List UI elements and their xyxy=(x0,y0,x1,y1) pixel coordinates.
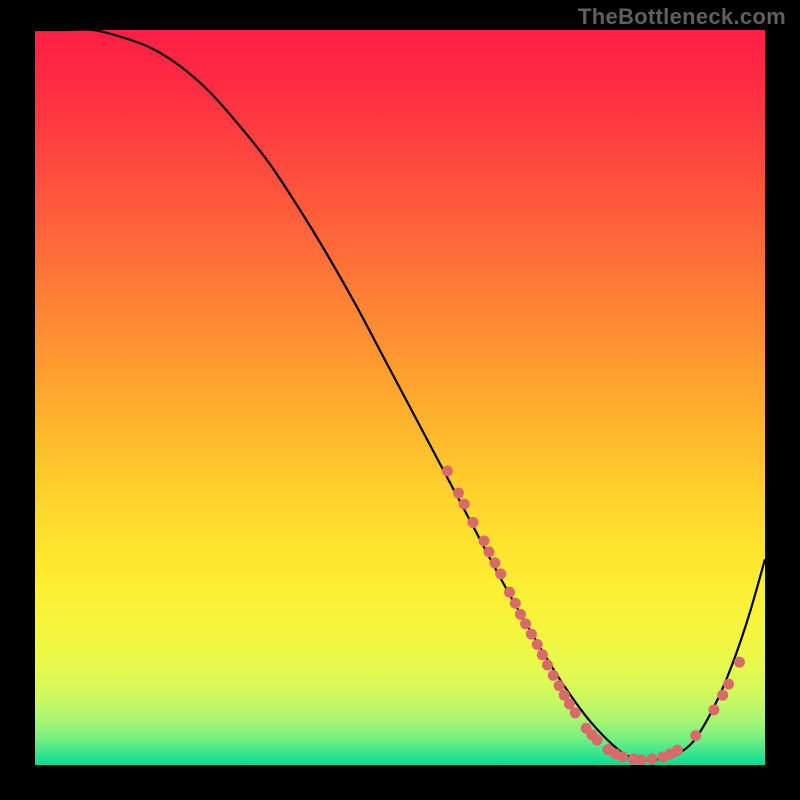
chart-frame: TheBottleneck.com xyxy=(0,0,800,800)
chart-dot xyxy=(542,660,553,671)
chart-dot xyxy=(532,639,543,650)
chart-dot xyxy=(526,629,537,640)
chart-dot xyxy=(442,466,453,477)
chart-dot xyxy=(635,754,646,765)
chart-dot xyxy=(504,587,515,598)
chart-gradient-bg xyxy=(35,30,765,765)
chart-dot xyxy=(484,546,495,557)
chart-dot xyxy=(515,609,526,620)
chart-dot xyxy=(520,618,531,629)
chart-dot xyxy=(672,745,683,756)
chart-dot xyxy=(537,649,548,660)
chart-dot xyxy=(495,568,506,579)
chart-dot xyxy=(690,730,701,741)
chart-dot xyxy=(617,751,628,762)
chart-plot-area xyxy=(35,30,765,765)
chart-dot xyxy=(734,657,745,668)
chart-dot xyxy=(570,707,581,718)
chart-dot xyxy=(478,535,489,546)
chart-svg xyxy=(35,30,765,765)
chart-dot xyxy=(708,704,719,715)
chart-dot xyxy=(459,499,470,510)
chart-dot xyxy=(468,517,479,528)
chart-dot xyxy=(723,679,734,690)
chart-dot xyxy=(592,735,603,746)
chart-dot xyxy=(510,598,521,609)
chart-dot xyxy=(548,670,559,681)
chart-dot xyxy=(554,680,565,691)
chart-dot xyxy=(489,557,500,568)
chart-dot xyxy=(717,690,728,701)
watermark-text: TheBottleneck.com xyxy=(578,4,786,30)
chart-dot xyxy=(453,488,464,499)
chart-dot xyxy=(646,754,657,765)
